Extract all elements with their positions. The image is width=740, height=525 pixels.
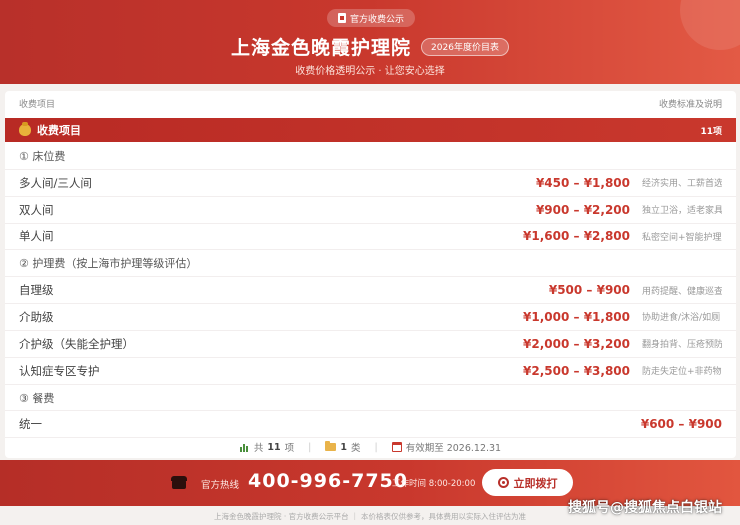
calendar-icon bbox=[391, 442, 402, 452]
item-name: 介助级 bbox=[19, 309, 54, 324]
column-header-standard: 收费标准及说明 bbox=[658, 99, 722, 110]
item-name: 多人间/三人间 bbox=[19, 175, 92, 190]
stat-total: 共 11 项 bbox=[239, 440, 294, 454]
document-icon bbox=[337, 13, 346, 23]
item-name: 单人间 bbox=[19, 229, 54, 244]
table-stats: 共 11 项 | 1 类 | 有效期至 2026.12.31 bbox=[5, 439, 736, 455]
page-header: 官方收费公示 上海金色晚霞护理院 2026年度价目表 收费价格透明公示 · 让您… bbox=[0, 0, 740, 84]
telephone-icon bbox=[171, 475, 187, 489]
page-title: 上海金色晚霞护理院 bbox=[231, 37, 412, 59]
item-note: 独立卫浴，适老家具 bbox=[642, 206, 722, 217]
item-name: 自理级 bbox=[19, 283, 54, 298]
item-name: 双人间 bbox=[19, 202, 54, 217]
item-price: ¥900 – ¥2,200 bbox=[535, 202, 630, 217]
item-note: 防走失定位+非药物干预 bbox=[642, 367, 722, 378]
item-name: 介护级（失能全护理） bbox=[19, 336, 134, 351]
item-note: 经济实用、工薪首选 bbox=[642, 179, 722, 190]
section-title: ① 床位费 bbox=[19, 149, 66, 163]
group-header-bar[interactable]: 收费项目 11项 bbox=[5, 118, 736, 142]
item-price: ¥2,000 – ¥3,200 bbox=[523, 336, 630, 351]
hotline-label: 官方热线 bbox=[201, 480, 240, 491]
divider: | bbox=[308, 441, 312, 453]
table-row: 介助级 ¥1,000 – ¥1,800 协助进食/沐浴/如厕 bbox=[5, 304, 736, 331]
price-rows: ① 床位费多人间/三人间 ¥450 – ¥1,800 经济实用、工薪首选双人间 ¥90… bbox=[5, 143, 736, 439]
official-badge: 官方收费公示 bbox=[327, 9, 415, 27]
item-name: 认知症专区专护 bbox=[19, 363, 100, 378]
hotline-number[interactable]: 400-996-7750 bbox=[248, 470, 408, 492]
divider: | bbox=[374, 441, 378, 453]
table-row: 统一 ¥600 – ¥900 bbox=[5, 411, 736, 439]
table-row: 双人间 ¥900 – ¥2,200 独立卫浴，适老家具 bbox=[5, 197, 736, 224]
item-price: ¥600 – ¥900 bbox=[640, 417, 722, 432]
phone-call-icon bbox=[497, 477, 509, 488]
year-pill: 2026年度价目表 bbox=[421, 37, 509, 56]
call-now-label: 立即拨打 bbox=[513, 476, 558, 490]
title-row: 上海金色晚霞护理院 2026年度价目表 bbox=[0, 33, 740, 60]
official-badge-label: 官方收费公示 bbox=[349, 14, 404, 25]
item-price: ¥1,000 – ¥1,800 bbox=[523, 309, 630, 324]
folder-icon bbox=[325, 441, 337, 451]
item-price: ¥500 – ¥900 bbox=[548, 283, 630, 298]
item-note: 翻身拍背、压疮预防、24h看护 bbox=[642, 340, 722, 351]
item-price: ¥450 – ¥1,800 bbox=[535, 175, 630, 190]
group-count-badge: 11项 bbox=[700, 126, 722, 137]
call-now-button[interactable]: 立即拨打 bbox=[482, 469, 573, 496]
table-row: 多人间/三人间 ¥450 – ¥1,800 经济实用、工薪首选 bbox=[5, 170, 736, 197]
section-title: ② 护理费（按上海市护理等级评估） bbox=[19, 257, 198, 271]
bar-chart-icon bbox=[239, 443, 250, 452]
watermark: 搜狐号@搜狐焦点白银站 bbox=[568, 500, 722, 516]
item-price: ¥1,600 – ¥2,800 bbox=[523, 229, 630, 244]
column-header-item: 收费项目 bbox=[19, 99, 56, 110]
item-note: 用药提醒、健康巡查 bbox=[642, 286, 722, 297]
section-header-row: ② 护理费（按上海市护理等级评估） bbox=[5, 250, 736, 278]
section-title: ③ 餐费 bbox=[19, 391, 55, 405]
table-row: 单人间 ¥1,600 – ¥2,800 私密空间+智能护理床 bbox=[5, 224, 736, 251]
stat-total-count: 11 bbox=[267, 441, 281, 453]
section-header-row: ③ 餐费 bbox=[5, 385, 736, 412]
section-header-row: ① 床位费 bbox=[5, 143, 736, 170]
money-bag-icon bbox=[19, 122, 31, 136]
working-hours: 工作时间 8:00-20:00 bbox=[392, 479, 476, 489]
table-row: 介护级（失能全护理） ¥2,000 – ¥3,200 翻身拍背、压疮预防、24h看护 bbox=[5, 331, 736, 358]
price-table-card: 收费项目 收费标准及说明 收费项目 11项 ① 床位费多人间/三人间 ¥450 –… bbox=[5, 91, 736, 458]
item-name: 统一 bbox=[19, 417, 42, 432]
column-header: 收费项目 收费标准及说明 bbox=[5, 91, 736, 115]
item-note: 私密空间+智能护理床 bbox=[642, 232, 722, 243]
stat-category-count: 1 bbox=[340, 441, 347, 453]
stat-categories: 1 类 bbox=[325, 440, 360, 454]
item-price: ¥2,500 – ¥3,800 bbox=[523, 363, 630, 378]
table-row: 自理级 ¥500 – ¥900 用药提醒、健康巡查 bbox=[5, 277, 736, 305]
item-note: 协助进食/沐浴/如厕 bbox=[642, 313, 721, 324]
page-subtitle: 收费价格透明公示 · 让您安心选择 bbox=[295, 66, 445, 77]
table-row: 认知症专区专护 ¥2,500 – ¥3,800 防走失定位+非药物干预 bbox=[5, 358, 736, 385]
group-title: 收费项目 bbox=[37, 124, 81, 137]
stat-valid: 有效期至 2026.12.31 bbox=[391, 440, 501, 454]
